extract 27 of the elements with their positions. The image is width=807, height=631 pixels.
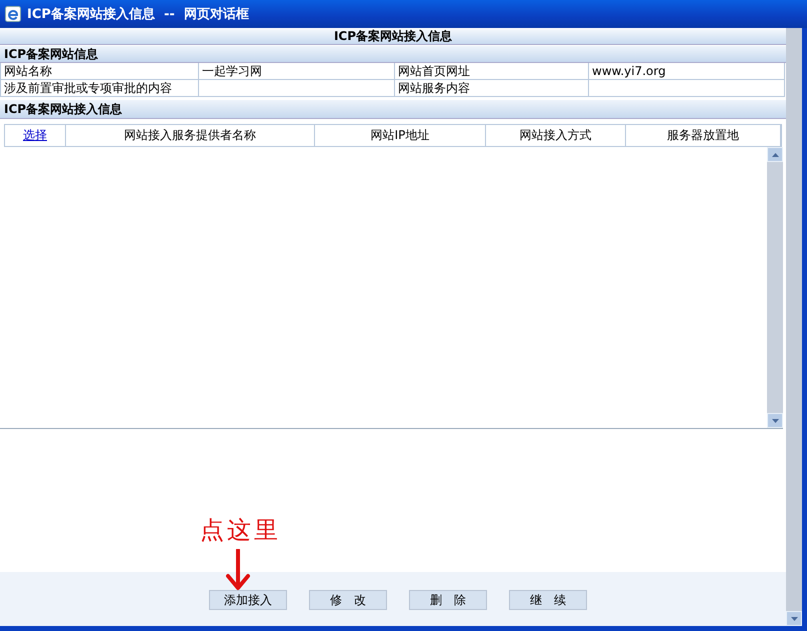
scrollbar[interactable] bbox=[786, 28, 802, 626]
scroll-down-icon[interactable] bbox=[767, 413, 783, 428]
browser-icon bbox=[5, 6, 21, 22]
field-label: 网站名称 bbox=[1, 63, 199, 80]
column-header: 服务器放置地 bbox=[667, 127, 739, 144]
annotation-text: 点这里 bbox=[200, 515, 281, 545]
action-button[interactable]: 继 续 bbox=[509, 590, 587, 610]
scroll-up-icon[interactable] bbox=[767, 147, 783, 162]
field-value: 一起学习网 bbox=[199, 63, 395, 80]
section-heading: ICP备案网站接入信息 bbox=[0, 100, 786, 119]
action-button[interactable]: 修 改 bbox=[309, 590, 387, 610]
action-button[interactable]: 删 除 bbox=[409, 590, 487, 610]
page-heading: ICP备案网站接入信息 bbox=[0, 29, 786, 45]
field-label: 涉及前置审批或专项审批的内容 bbox=[1, 80, 199, 97]
down-arrow-icon bbox=[226, 549, 250, 591]
field-label: 网站服务内容 bbox=[395, 80, 589, 97]
select-link[interactable]: 选择 bbox=[23, 127, 47, 144]
section-heading: ICP备案网站信息 bbox=[0, 46, 786, 63]
field-label: 网站首页网址 bbox=[395, 63, 589, 80]
scrollbar[interactable] bbox=[767, 147, 783, 428]
action-button[interactable]: 添加接入 bbox=[209, 590, 287, 610]
field-value: www.yi7.org bbox=[589, 63, 785, 80]
column-header: 网站接入方式 bbox=[520, 127, 592, 144]
window-title: ICP备案网站接入信息 -- 网页对话框 bbox=[27, 6, 249, 23]
column-header: 网站IP地址 bbox=[370, 127, 430, 144]
scroll-down-icon[interactable] bbox=[786, 611, 802, 626]
column-header: 网站接入服务提供者名称 bbox=[124, 127, 256, 144]
